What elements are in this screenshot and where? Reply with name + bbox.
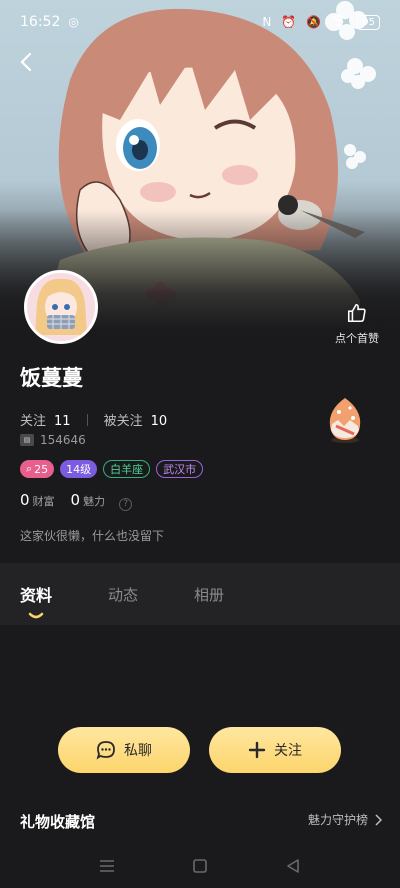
level-value: 25 (34, 462, 49, 476)
alarm-icon: ⏰ (281, 15, 297, 29)
followers-count: 10 (150, 414, 168, 429)
following-label: 关注 (20, 414, 47, 429)
follow-stats: 关注 11 被关注 10 (20, 410, 167, 429)
active-tab-indicator (28, 612, 44, 619)
data-saver-icon: ◎ (68, 15, 79, 29)
user-id: 154646 (40, 433, 86, 447)
profile-tags: ⌕ 25 14级 白羊座 武汉市 (20, 460, 204, 478)
follow-label: 关注 (274, 743, 302, 759)
mute-icon: 🔕 (306, 15, 322, 29)
tab-moments[interactable]: 动态 (108, 584, 138, 605)
vip-level-tag: 14级 (60, 460, 98, 478)
home-square-icon (193, 859, 207, 873)
followers-label: 被关注 (103, 414, 143, 429)
menu-icon (99, 860, 114, 872)
wealth-label: 财富 (32, 495, 55, 508)
status-icons: N ⏰ 🔕 95 (262, 14, 380, 30)
private-chat-button[interactable]: 私聊 (58, 727, 190, 773)
charm-label: 魅力 (83, 495, 106, 508)
back-button[interactable] (12, 48, 40, 76)
stat-divider (86, 413, 88, 426)
thumbs-up-icon (347, 303, 366, 323)
gift-collection-title: 礼物收藏馆 (20, 813, 96, 831)
system-nav-bar (0, 844, 400, 888)
bio-text: 这家伙很懒，什么也没留下 (20, 529, 165, 543)
menu-nav-button[interactable] (95, 854, 119, 878)
plus-icon (248, 741, 266, 759)
first-like-button[interactable]: 点个首赞 (332, 302, 382, 346)
level-tag: ⌕ 25 (20, 460, 55, 478)
charm-guard-ranking-link[interactable]: 魅力守护榜 (308, 811, 382, 828)
chevron-right-icon (375, 813, 382, 826)
profile-tabs: 资料 动态 相册 (0, 563, 400, 625)
status-bar: 16:52 ◎ N ⏰ 🔕 95 (0, 0, 400, 44)
tab-album[interactable]: 相册 (194, 584, 224, 605)
nfc-icon: N (262, 15, 272, 29)
following-stat[interactable]: 关注 11 (20, 410, 71, 429)
chat-bubble-icon (96, 741, 115, 760)
avatar[interactable] (24, 270, 98, 344)
wifi-icon (331, 14, 347, 30)
like-label: 点个首赞 (335, 332, 379, 345)
back-triangle-icon (287, 859, 300, 873)
avatar-image (27, 273, 95, 341)
tab-profile[interactable]: 资料 (20, 582, 53, 619)
egg-badge-icon[interactable] (326, 396, 364, 444)
nickname: 饭蔓蔓 (20, 366, 83, 390)
search-level-icon: ⌕ (26, 462, 33, 475)
zodiac-tag: 白羊座 (103, 460, 151, 478)
battery-icon: 95 (357, 14, 380, 30)
tab-label: 资料 (20, 586, 53, 605)
city-tag: 武汉市 (156, 460, 204, 478)
following-count: 11 (54, 414, 71, 429)
wealth-value: 0 (20, 491, 30, 509)
chevron-left-icon (20, 52, 32, 72)
back-nav-button[interactable] (281, 854, 305, 878)
status-time: 16:52 (20, 14, 61, 30)
follow-button[interactable]: 关注 (209, 727, 341, 773)
wealth-charm-row: 0 财富 0 魅力 ? (20, 491, 133, 511)
user-id-row: ▤ 154646 (20, 433, 86, 447)
followers-stat[interactable]: 被关注 10 (104, 410, 168, 429)
charm-guard-label: 魅力守护榜 (307, 813, 368, 827)
chat-label: 私聊 (124, 743, 152, 759)
help-icon[interactable]: ? (119, 497, 133, 511)
home-nav-button[interactable] (188, 854, 212, 878)
id-card-icon: ▤ (20, 434, 34, 446)
charm-value: 0 (70, 491, 81, 509)
